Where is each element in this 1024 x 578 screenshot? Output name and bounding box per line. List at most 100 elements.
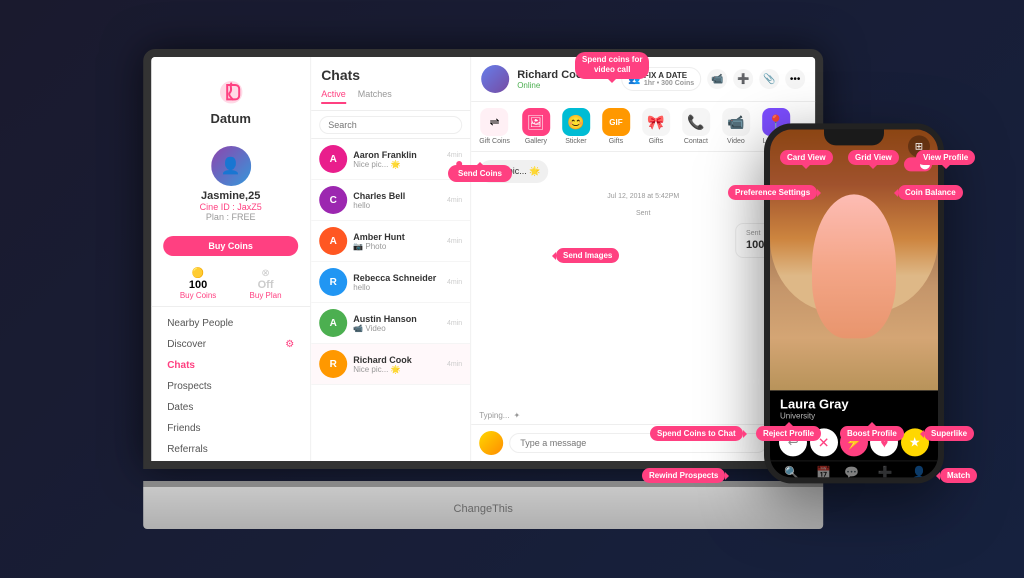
fix-date-sub: 1hr • 300 Coins: [644, 80, 694, 87]
gift-coins-tool[interactable]: ⇌ Gift Coins: [479, 108, 510, 145]
chat-item-aaron[interactable]: A Aaron Franklin Nice pic... 🌟 4min: [311, 139, 470, 180]
video-label: Video: [727, 138, 745, 145]
nav-dates[interactable]: Dates: [159, 397, 302, 418]
nav-chats[interactable]: Chats: [159, 355, 302, 376]
chat-search-input[interactable]: [319, 116, 462, 134]
phone-profile-location: University: [780, 411, 928, 420]
user-cine-id: Cine ID : JaxZ5: [200, 202, 262, 212]
video-call-icon[interactable]: 📹: [707, 69, 727, 89]
user-avatar-img: 👤: [211, 146, 251, 186]
sent-label: Sent: [479, 210, 807, 217]
chat-tabs: Active Matches: [321, 89, 460, 104]
chat-panel: Chats Active Matches A: [311, 57, 471, 461]
fix-date-label: FIX A DATE: [644, 71, 694, 80]
dates-nav-icon: 📅: [816, 465, 831, 477]
chat-preview-richard: Nice pic... 🌟: [353, 365, 441, 374]
chat-info-amber: Amber Hunt 📷 Photo: [353, 232, 441, 251]
gallery-label: Gallery: [525, 138, 547, 145]
user-profile: 👤 Jasmine,25 Cine ID : JaxZ5 Plan : FREE: [151, 138, 310, 230]
phone-nav-dates[interactable]: 📅 Dates: [816, 465, 832, 477]
gallery-tool[interactable]: 🖼 Gallery: [522, 108, 550, 145]
plan-item: ⊗ Off Buy Plan: [250, 268, 282, 300]
tooltip-video-call: Spend coins forvideo call: [575, 52, 649, 79]
tooltip-match: Match: [940, 468, 977, 483]
buy-coins-button[interactable]: Buy Coins: [163, 236, 298, 256]
video-icon: 📹: [722, 108, 750, 136]
main-chat-actions: 👥 FIX A DATE 1hr • 300 Coins 📹 ➕ 📎 •••: [621, 67, 805, 91]
chats-title: Chats: [321, 67, 460, 83]
chat-name-austin: Austin Hanson: [353, 314, 441, 324]
chat-time-richard: 4min: [447, 361, 462, 368]
chat-list: A Aaron Franklin Nice pic... 🌟 4min: [311, 139, 470, 461]
nav-nearby-people[interactable]: Nearby People: [159, 313, 302, 334]
chat-time-austin: 4min: [447, 320, 462, 327]
phone-profile-image: ⊞: [770, 129, 938, 390]
more-action-icon[interactable]: •••: [785, 69, 805, 89]
gifts-tool[interactable]: 🎀 Gifts: [642, 108, 670, 145]
gif-tool[interactable]: GIF Gifts: [602, 108, 630, 145]
tooltip-send-coins: Send Coins: [448, 165, 512, 182]
contact-label: Contact: [684, 138, 708, 145]
sender-avatar: [479, 431, 503, 455]
nav-earnings[interactable]: Earnings: [159, 460, 302, 461]
laptop-screen: Datum 👤 Jasmine,25 Cine ID : JaxZ5 Plan …: [151, 57, 815, 461]
gift-coins-icon: ⇌: [481, 108, 509, 136]
phone-nav-prospects[interactable]: ➕ Prospects: [872, 465, 899, 477]
chat-name-richard: Richard Cook: [353, 355, 441, 365]
chat-name-rebecca: Rebecca Schneider: [353, 273, 441, 283]
chat-info-aaron: Aaron Franklin Nice pic... 🌟: [353, 150, 441, 169]
chat-item-amber[interactable]: A Amber Hunt 📷 Photo 4min: [311, 221, 470, 262]
tab-matches[interactable]: Matches: [358, 89, 392, 104]
chat-name-aaron: Aaron Franklin: [353, 150, 441, 160]
logo-area: Datum: [151, 69, 310, 138]
add-action-icon[interactable]: ➕: [733, 69, 753, 89]
laptop-bottom-bar: ChangeThis: [143, 487, 823, 529]
nav-discover[interactable]: Discover ⚙: [159, 334, 302, 355]
phone-nav-profile[interactable]: 👤 Profile: [911, 465, 928, 477]
sidebar: Datum 👤 Jasmine,25 Cine ID : JaxZ5 Plan …: [151, 57, 311, 461]
chat-item-richard[interactable]: R Richard Cook Nice pic... 🌟 4min: [311, 344, 470, 385]
phone-notch: [824, 129, 884, 145]
tooltip-spend-coins-chat: Spend Coins to Chat: [650, 426, 743, 441]
nav-friends[interactable]: Friends: [159, 418, 302, 439]
phone-nav: 🔍 Discover 📅 Dates 💬 Chats ➕ Prospects: [770, 460, 938, 477]
contact-tool[interactable]: 📞 Contact: [682, 108, 710, 145]
tooltip-grid-view: Grid View: [848, 150, 899, 165]
chat-avatar-richard: R: [319, 350, 347, 378]
user-name: Jasmine,25: [201, 190, 260, 202]
buy-coins-link[interactable]: Buy Coins: [180, 291, 216, 300]
coin-count: 100: [189, 279, 207, 291]
chat-item-austin[interactable]: A Austin Hanson 📹 Video 4min: [311, 303, 470, 344]
video-tool[interactable]: 📹 Video: [722, 108, 750, 145]
plan-status: Off: [258, 279, 274, 291]
chat-preview-austin: 📹 Video: [353, 324, 441, 333]
chat-avatar-aaron: A: [319, 145, 347, 173]
chat-info-charles: Charles Bell hello: [353, 191, 441, 210]
nav-referrals[interactable]: Referrals: [159, 439, 302, 460]
chat-preview-amber: 📷 Photo: [353, 242, 441, 251]
attach-action-icon[interactable]: 📎: [759, 69, 779, 89]
chat-name-amber: Amber Hunt: [353, 232, 441, 242]
phone-nav-chats[interactable]: 💬 Chats: [844, 465, 860, 477]
typing-dots: ✦: [513, 411, 520, 420]
sticker-icon: 😊: [562, 108, 590, 136]
gallery-icon: 🖼: [522, 108, 550, 136]
tooltip-coin-balance: Coin Balance: [898, 185, 963, 200]
buy-plan-link[interactable]: Buy Plan: [250, 291, 282, 300]
scene: Datum 👤 Jasmine,25 Cine ID : JaxZ5 Plan …: [0, 0, 1024, 578]
gift-coins-label: Gift Coins: [479, 138, 510, 145]
tooltip-pref-settings: Preference Settings: [728, 185, 817, 200]
nav-prospects[interactable]: Prospects: [159, 376, 302, 397]
chat-item-charles[interactable]: C Charles Bell hello 4min: [311, 180, 470, 221]
tooltip-card-view: Card View: [780, 150, 833, 165]
tab-active[interactable]: Active: [321, 89, 346, 104]
tooltip-reject-profile: Reject Profile: [756, 426, 821, 441]
sticker-tool[interactable]: 😊 Sticker: [562, 108, 590, 145]
user-avatar: 👤: [211, 146, 251, 186]
tooltip-boost-profile: Boost Profile: [840, 426, 904, 441]
user-plan: Plan : FREE: [206, 212, 256, 222]
phone-nav-discover[interactable]: 🔍 Discover: [780, 465, 803, 477]
chats-nav-icon: 💬: [844, 465, 859, 477]
gifts-label: Gifts: [649, 138, 663, 145]
chat-item-rebecca[interactable]: R Rebecca Schneider hello 4min: [311, 262, 470, 303]
